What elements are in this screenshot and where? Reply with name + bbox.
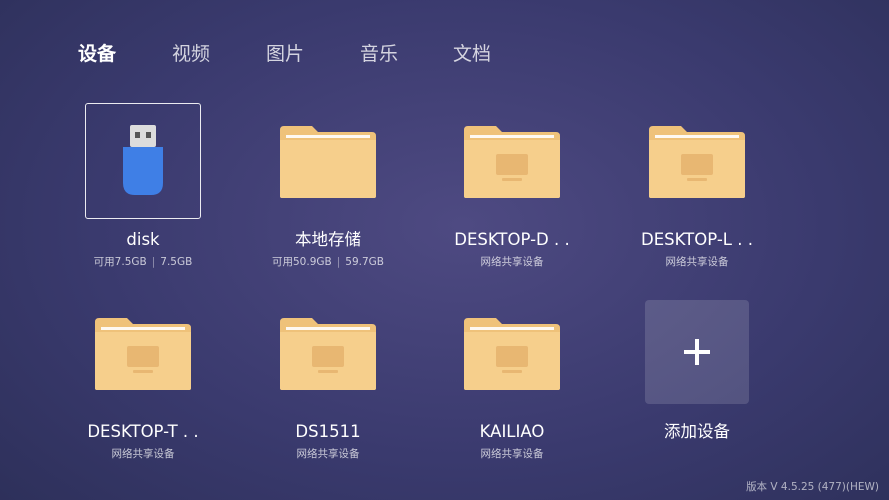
available-space: 可用50.9GB: [272, 256, 332, 268]
thumb: [454, 103, 570, 219]
device-type: 网络共享设备: [480, 256, 544, 268]
network-folder-icon: [464, 126, 560, 198]
device-tile-disk[interactable]: disk 可用7.5GB | 7.5GB: [51, 103, 235, 293]
thumb: [454, 295, 570, 411]
thumb: [270, 295, 386, 411]
device-capacity: 可用50.9GB | 59.7GB: [236, 255, 420, 269]
thumb: [85, 295, 201, 411]
device-type: 网络共享设备: [111, 448, 175, 460]
device-name: DESKTOP-T . .: [87, 422, 199, 441]
divider: |: [336, 256, 341, 268]
thumb: [270, 103, 386, 219]
total-space: 59.7GB: [345, 256, 384, 268]
device-tile-kailiao[interactable]: KAILIAO 网络共享设备: [420, 295, 604, 485]
plus-icon: [684, 339, 710, 365]
available-space: 可用7.5GB: [93, 256, 147, 268]
add-device-label: 添加设备: [664, 422, 730, 441]
focus-frame: [85, 103, 201, 219]
device-type: 网络共享设备: [480, 448, 544, 460]
network-folder-icon: [649, 126, 745, 198]
divider: |: [151, 256, 156, 268]
tab-pictures[interactable]: 图片: [266, 40, 304, 68]
total-space: 7.5GB: [160, 256, 193, 268]
device-name: 本地存储: [295, 230, 361, 249]
device-name: disk: [126, 230, 160, 249]
network-folder-icon: [95, 318, 191, 390]
thumb: [639, 103, 755, 219]
device-tile-ds1511[interactable]: DS1511 网络共享设备: [236, 295, 420, 485]
version-label: 版本 V 4.5.25 (477)(HEW): [746, 481, 879, 493]
folder-icon: [280, 126, 376, 198]
device-tile-desktop-t[interactable]: DESKTOP-T . . 网络共享设备: [51, 295, 235, 485]
device-type: 网络共享设备: [665, 256, 729, 268]
device-type: 网络共享设备: [296, 448, 360, 460]
network-folder-icon: [280, 318, 376, 390]
device-name: KAILIAO: [479, 422, 545, 441]
add-device-button[interactable]: 添加设备: [605, 300, 789, 493]
device-name: DS1511: [295, 422, 361, 441]
device-capacity: 可用7.5GB | 7.5GB: [51, 255, 235, 269]
device-tile-desktop-l[interactable]: DESKTOP-L . . 网络共享设备: [605, 103, 789, 293]
tab-documents[interactable]: 文档: [453, 40, 491, 68]
device-name: DESKTOP-L . .: [641, 230, 753, 249]
tab-videos[interactable]: 视频: [172, 40, 210, 68]
add-device-box: [645, 300, 749, 404]
tab-music[interactable]: 音乐: [360, 40, 398, 68]
tab-devices[interactable]: 设备: [78, 40, 116, 68]
usb-drive-icon: [123, 125, 163, 195]
device-tile-desktop-d[interactable]: DESKTOP-D . . 网络共享设备: [420, 103, 604, 293]
network-folder-icon: [464, 318, 560, 390]
device-tile-local-storage[interactable]: 本地存储 可用50.9GB | 59.7GB: [236, 103, 420, 293]
device-name: DESKTOP-D . .: [454, 230, 570, 249]
